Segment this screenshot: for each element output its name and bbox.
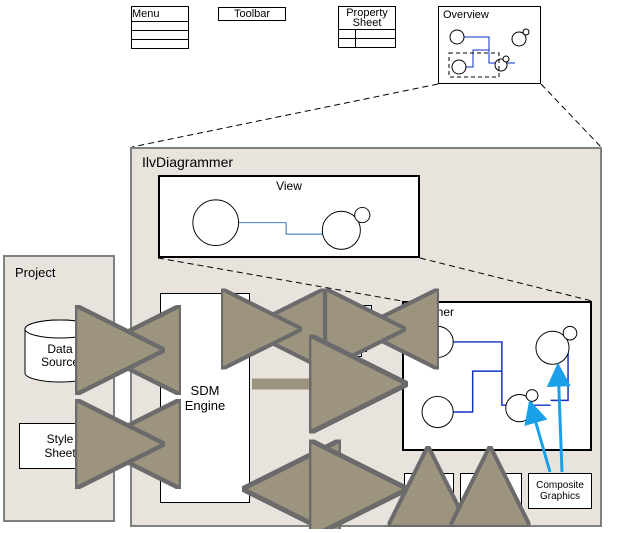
toolbar-box: Toolbar	[218, 7, 286, 21]
maps-box: Maps	[460, 473, 522, 509]
grapher-box: Grapher	[402, 301, 592, 451]
interactors-stack: Interactors	[298, 305, 374, 359]
style-sheet-label: Style Sheet	[44, 432, 75, 460]
grapher-label: Grapher	[410, 305, 454, 319]
overview-label: Overview	[439, 7, 540, 23]
view-box: View	[158, 175, 420, 258]
ilvdiagrammer-title: IlvDiagrammer	[142, 154, 233, 170]
composite-graphics-box: Composite Graphics	[528, 473, 592, 509]
project-panel: Project Data Source Style Sheet	[3, 255, 115, 522]
composite-graphics-label: Composite Graphics	[536, 480, 584, 502]
sdm-engine-box: SDM Engine	[160, 293, 250, 503]
overview-mini-diagram	[443, 23, 537, 81]
data-source-cylinder: Data Source	[23, 319, 97, 383]
view-label: View	[276, 179, 302, 193]
graph-layout-box: Graph Layout	[404, 473, 454, 509]
sdm-engine-label: SDM Engine	[185, 383, 225, 413]
data-source-label: Data Source	[23, 343, 97, 369]
interactors-label: Interactors	[298, 315, 362, 357]
graph-layout-label: Graph Layout	[414, 480, 444, 502]
ilvdiagrammer-panel: IlvDiagrammer View SDM Engine Interactor…	[130, 147, 602, 527]
menu-label: Menu	[132, 7, 188, 21]
menu-table: Menu	[131, 6, 189, 49]
style-sheet-box: Style Sheet	[19, 423, 101, 469]
maps-label: Maps	[479, 486, 503, 497]
overview-box: Overview	[438, 6, 541, 84]
toolbar-label: Toolbar	[234, 8, 270, 20]
property-sheet-table: Property Sheet	[338, 6, 396, 48]
grapher-diagram	[404, 303, 590, 449]
project-title: Project	[15, 265, 55, 280]
property-sheet-label: Property Sheet	[339, 7, 395, 29]
